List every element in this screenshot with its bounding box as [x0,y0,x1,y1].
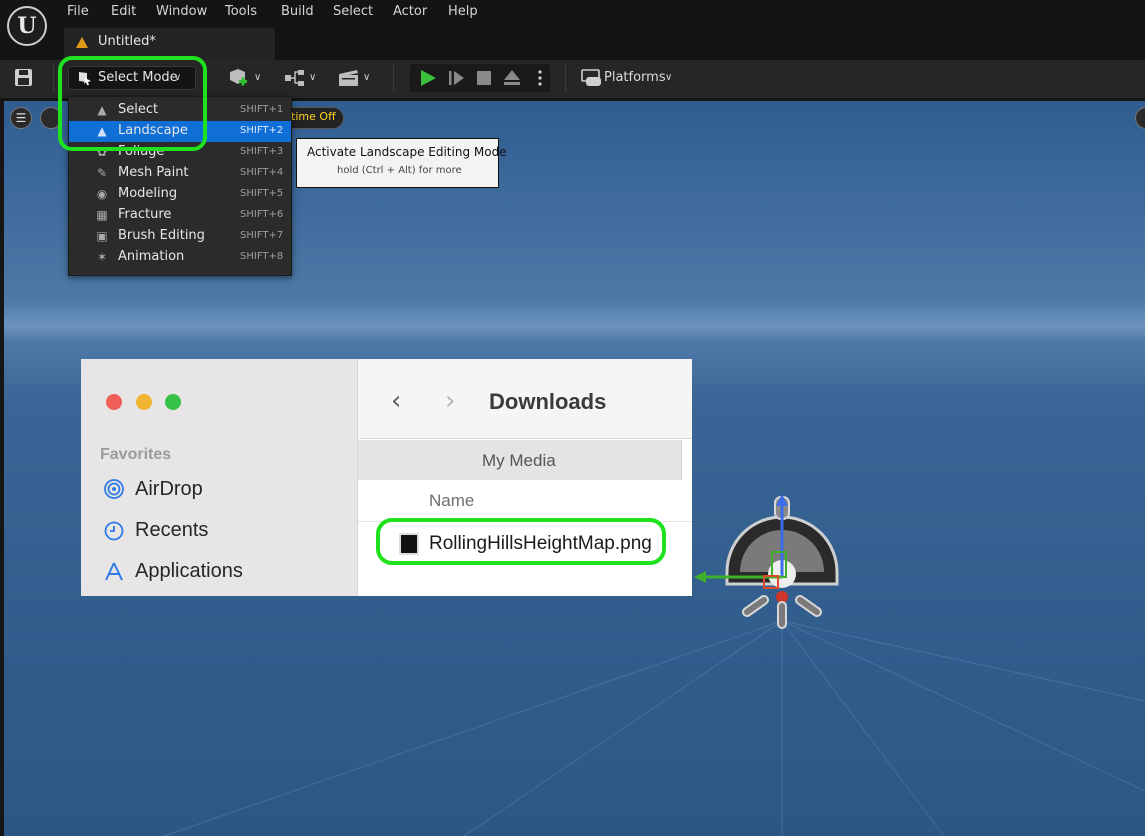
mode-item-shortcut: SHIFT+6 [240,209,284,220]
toolbar-separator [53,64,54,92]
menu-help[interactable]: Help [448,4,478,20]
chevron-down-icon[interactable]: ∨ [309,72,316,83]
tooltip-title: Activate Landscape Editing Mode [307,145,507,159]
unreal-logo[interactable]: U [7,6,47,46]
mode-item-label: Modeling [118,186,178,201]
menu-edit[interactable]: Edit [111,4,136,20]
tab-my-media-label: My Media [482,451,556,470]
finder-title: Downloads [489,389,607,414]
mode-item-label: Brush Editing [118,228,205,243]
document-tab-label: Untitled* [98,34,156,49]
sidebar-item-recents[interactable]: Recents [135,519,208,542]
viewport-menu-button[interactable]: ☰ [10,107,32,129]
mode-item-shortcut: SHIFT+1 [240,104,284,115]
platforms-label: Platforms [604,70,666,85]
menu-actor[interactable]: Actor [393,4,427,20]
chevron-down-icon[interactable]: ∨ [363,72,370,83]
favorites-heading: Favorites [100,446,172,463]
play-icon[interactable] [418,68,438,88]
applications-icon [105,562,123,581]
mode-item-shortcut: SHIFT+4 [240,167,284,178]
level-icon [76,37,88,48]
column-header-name[interactable]: Name [429,491,474,511]
toolbar-separator [565,64,566,92]
mode-item-shortcut: SHIFT+7 [240,230,284,241]
chevron-down-icon[interactable]: ∨ [254,72,261,83]
mesh-paint-icon: ✎ [96,166,108,180]
maximize-window-button[interactable] [165,394,181,410]
close-window-button[interactable] [106,394,122,410]
mode-item-label: Mesh Paint [118,165,189,180]
back-icon[interactable]: ‹ [391,386,401,416]
mode-item-brush-editing[interactable]: ▣ Brush Editing SHIFT+7 [69,226,291,247]
mode-item-label: Fracture [118,207,172,222]
mode-item-mesh-paint[interactable]: ✎ Mesh Paint SHIFT+4 [69,163,291,184]
modeling-icon: ◉ [96,187,108,201]
blueprint-icon[interactable] [284,69,306,87]
fracture-icon: ▦ [96,208,108,222]
eject-icon[interactable] [502,68,522,88]
cinematics-icon[interactable] [338,69,360,87]
sidebar-item-applications[interactable]: Applications [135,560,243,583]
more-options-icon[interactable] [535,68,545,88]
minimize-window-button[interactable] [136,394,152,410]
mode-item-shortcut: SHIFT+8 [240,251,284,262]
mode-item-modeling[interactable]: ◉ Modeling SHIFT+5 [69,184,291,205]
animation-icon: ✶ [96,250,108,264]
directional-light-gizmo[interactable] [692,492,862,642]
mode-item-shortcut: SHIFT+2 [240,125,284,136]
toolbar-separator [393,64,394,92]
recents-icon [104,521,124,541]
mode-item-animation[interactable]: ✶ Animation SHIFT+8 [69,247,291,268]
menu-build[interactable]: Build [281,4,314,20]
mode-item-shortcut: SHIFT+5 [240,188,284,199]
annotation-highlight [376,518,666,565]
brush-editing-icon: ▣ [96,229,108,243]
tooltip-hint: hold (Ctrl + Alt) for more [337,165,462,176]
platforms-icon [581,69,601,86]
mode-item-label: Animation [118,249,185,264]
mode-item-shortcut: SHIFT+3 [240,146,284,157]
add-actor-icon[interactable] [228,68,250,88]
annotation-highlight [58,56,207,151]
stop-icon[interactable] [476,69,492,87]
menu-select[interactable]: Select [333,4,373,20]
chevron-down-icon: ∨ [665,72,673,83]
menu-file[interactable]: File [67,4,89,20]
advance-frame-icon[interactable] [447,68,467,88]
save-icon[interactable] [13,68,35,88]
sidebar-item-airdrop[interactable]: AirDrop [135,478,203,501]
realtime-label: ltime Off [288,110,336,123]
forward-icon[interactable]: › [445,386,455,416]
menu-tools[interactable]: Tools [225,4,257,20]
mode-item-fracture[interactable]: ▦ Fracture SHIFT+6 [69,205,291,226]
menu-window[interactable]: Window [156,4,207,20]
airdrop-icon [104,479,124,499]
